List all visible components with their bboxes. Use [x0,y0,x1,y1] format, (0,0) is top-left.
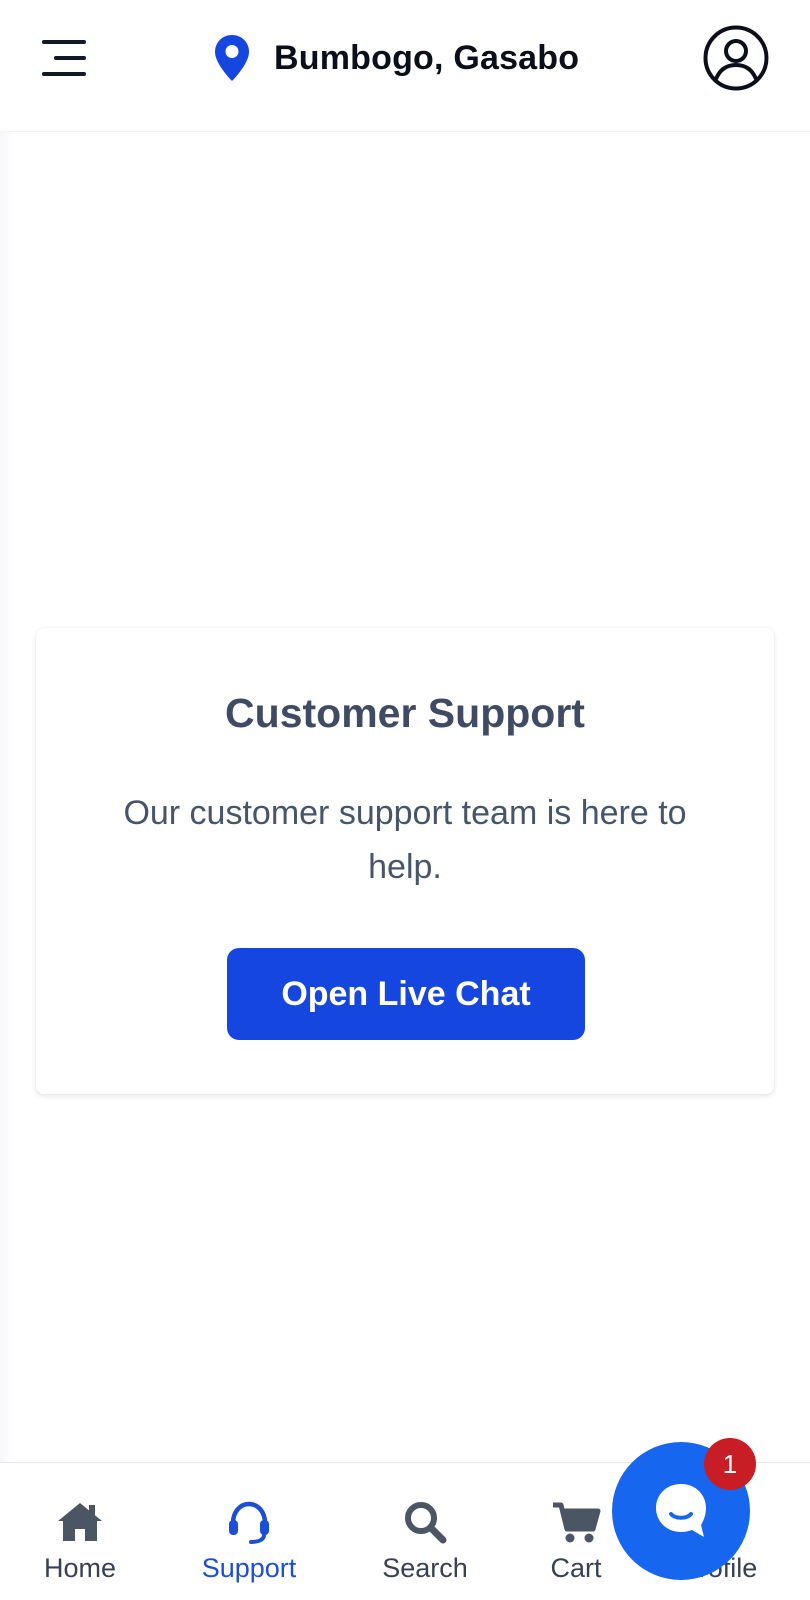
support-card: Customer Support Our customer support te… [36,628,774,1094]
map-pin-icon [215,35,249,81]
home-icon [58,1503,102,1541]
nav-label-search: Search [382,1553,468,1583]
unread-badge: 1 [704,1438,756,1490]
headset-icon [229,1501,269,1544]
cart-icon [553,1502,601,1543]
side-shade [0,132,14,1462]
app-header: Bumbogo, Gasabo [0,0,810,132]
menu-line [42,72,86,76]
menu-line [54,56,86,60]
user-circle-icon[interactable] [702,24,770,92]
nav-item-home[interactable]: Home [38,1463,122,1600]
nav-item-cart[interactable]: Cart [544,1463,608,1600]
menu-icon[interactable] [38,36,90,82]
nav-label-cart: Cart [550,1553,602,1583]
open-live-chat-button[interactable]: Open Live Chat [227,948,585,1040]
card-description: Our customer support team is here to hel… [123,794,687,886]
nav-label-home: Home [43,1553,117,1583]
nav-item-search[interactable]: Search [376,1463,474,1600]
nav-label-support: Support [201,1553,297,1583]
card-title: Customer Support [225,690,585,736]
search-icon [405,1502,447,1544]
location-label: Bumbogo, Gasabo [274,38,580,77]
menu-line [42,40,86,44]
nav-item-support[interactable]: Support [194,1463,304,1600]
location-selector[interactable]: Bumbogo, Gasabo [212,30,579,86]
